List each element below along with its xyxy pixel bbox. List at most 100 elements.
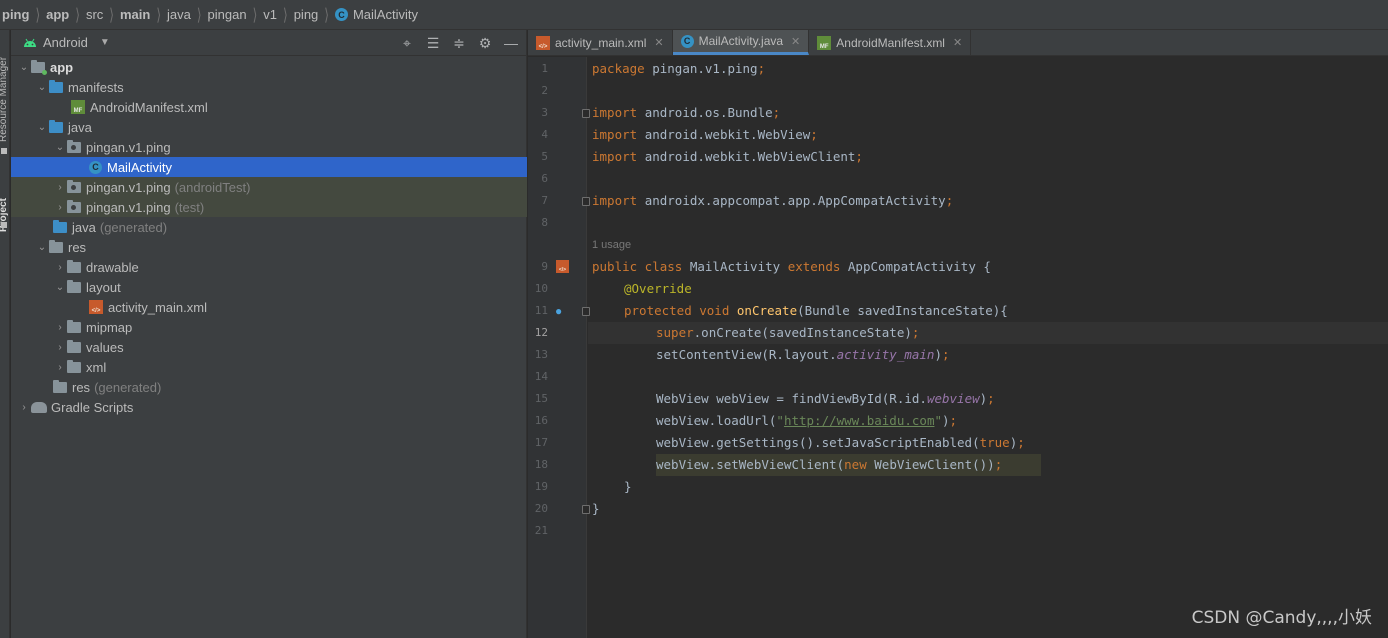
breadcrumb-separator: ⟩ bbox=[156, 4, 161, 25]
tree-item-suffix: (test) bbox=[174, 199, 205, 215]
chevron-right-icon[interactable]: › bbox=[53, 342, 67, 353]
package-icon bbox=[67, 179, 81, 193]
gear-icon[interactable]: ⚙ bbox=[476, 34, 494, 52]
tree-item-label: app bbox=[50, 59, 74, 75]
editor-gutter[interactable]: 1 2 3 4 5 6 7 8 9 10 11 12 13 14 15 16 1… bbox=[528, 57, 590, 638]
tree-item-activity-main-xml[interactable]: </> activity_main.xml bbox=[11, 297, 527, 317]
breadcrumb-separator: ⟩ bbox=[283, 4, 288, 25]
breadcrumb-src[interactable]: src bbox=[86, 7, 103, 22]
tree-item-label: AndroidManifest.xml bbox=[90, 99, 208, 115]
breadcrumb-pingan[interactable]: pingan bbox=[208, 7, 247, 22]
tree-item-label: xml bbox=[86, 359, 107, 375]
close-icon[interactable]: ✕ bbox=[654, 36, 663, 49]
line-number: 10 bbox=[534, 282, 548, 295]
tree-item-package-test[interactable]: › pingan.v1.ping (test) bbox=[11, 197, 527, 217]
tree-item-manifests[interactable]: ⌄ manifests bbox=[11, 77, 527, 97]
tree-item-xml[interactable]: › xml bbox=[11, 357, 527, 377]
folder-icon bbox=[67, 319, 81, 333]
chevron-down-icon[interactable]: ⌄ bbox=[35, 242, 49, 253]
breadcrumb-separator: ⟩ bbox=[35, 4, 41, 25]
expand-all-icon[interactable]: ☰ bbox=[424, 34, 442, 52]
line-number: 11 bbox=[534, 304, 548, 317]
close-icon[interactable]: ✕ bbox=[791, 35, 800, 48]
override-marker-icon[interactable]: ● bbox=[555, 304, 562, 318]
folder-icon bbox=[67, 259, 81, 273]
class-icon: C bbox=[680, 34, 694, 48]
code-line-5: import android.webkit.WebViewClient; bbox=[592, 149, 863, 164]
locate-file-icon[interactable]: ⌖ bbox=[398, 34, 416, 52]
package-icon bbox=[67, 199, 81, 213]
tool-window-stripe: Resource Manager Project bbox=[0, 30, 10, 638]
tree-item-label: res bbox=[68, 239, 87, 255]
tab-label: MailActivity.java bbox=[698, 34, 784, 48]
module-folder-icon bbox=[31, 59, 47, 75]
chevron-right-icon[interactable]: › bbox=[53, 362, 67, 373]
tree-item-label: mipmap bbox=[86, 319, 133, 335]
line-number: 5 bbox=[541, 150, 548, 163]
tree-item-gradle-scripts[interactable]: › Gradle Scripts bbox=[11, 397, 527, 417]
breadcrumb-ping[interactable]: ping bbox=[2, 7, 29, 22]
tree-item-mipmap[interactable]: › mipmap bbox=[11, 317, 527, 337]
tree-item-androidmanifest[interactable]: MF AndroidManifest.xml bbox=[11, 97, 527, 117]
code-area[interactable]: package pingan.v1.ping; import android.o… bbox=[588, 57, 1388, 638]
gradle-icon bbox=[31, 401, 47, 413]
breadcrumb-java[interactable]: java bbox=[167, 7, 191, 22]
tree-item-res[interactable]: ⌄ res bbox=[11, 237, 527, 257]
manifest-file-icon: MF bbox=[71, 100, 85, 114]
tree-item-drawable[interactable]: › drawable bbox=[11, 257, 527, 277]
usage-hint[interactable]: 1 usage bbox=[592, 234, 631, 256]
tree-item-suffix: (generated) bbox=[99, 219, 168, 235]
tree-item-app[interactable]: ⌄ app bbox=[11, 57, 527, 77]
tab-androidmanifest-xml[interactable]: MF AndroidManifest.xml ✕ bbox=[809, 30, 972, 55]
resource-manager-tool-button[interactable]: Resource Manager bbox=[0, 32, 9, 142]
layout-file-icon: </> bbox=[89, 300, 103, 314]
tab-label: activity_main.xml bbox=[555, 35, 647, 50]
chevron-right-icon[interactable]: › bbox=[53, 262, 67, 273]
project-view-selector[interactable]: Android bbox=[43, 35, 88, 50]
folder-icon bbox=[67, 359, 81, 373]
tree-item-res-generated[interactable]: res (generated) bbox=[11, 377, 527, 397]
breadcrumb-main[interactable]: main bbox=[120, 7, 150, 22]
package-icon bbox=[67, 139, 81, 153]
chevron-right-icon[interactable]: › bbox=[53, 202, 67, 213]
tree-item-package-androidtest[interactable]: › pingan.v1.ping (androidTest) bbox=[11, 177, 527, 197]
line-number: 20 bbox=[534, 502, 548, 515]
line-number: 9 bbox=[541, 260, 548, 273]
project-panel: Android ▼ ⌖ ☰ ≑ ⚙ — ⌄ app ⌄ manifests MF… bbox=[11, 30, 527, 638]
breadcrumb-app[interactable]: app bbox=[46, 7, 69, 22]
folder-icon bbox=[49, 119, 63, 133]
tab-mailactivity-java[interactable]: C MailActivity.java ✕ bbox=[672, 30, 810, 55]
minimize-icon[interactable]: — bbox=[502, 34, 520, 52]
project-icon bbox=[1, 222, 7, 228]
close-icon[interactable]: ✕ bbox=[953, 36, 962, 49]
chevron-right-icon[interactable]: › bbox=[53, 182, 67, 193]
tab-activity-main-xml[interactable]: </> activity_main.xml ✕ bbox=[528, 30, 673, 55]
chevron-down-icon[interactable]: ⌄ bbox=[17, 62, 31, 73]
code-line-18: webView.setWebViewClient(new WebViewClie… bbox=[656, 457, 1003, 472]
tree-item-mailactivity[interactable]: C MailActivity bbox=[11, 157, 527, 177]
line-number: 16 bbox=[534, 414, 548, 427]
chevron-down-icon[interactable]: ⌄ bbox=[35, 122, 49, 133]
layout-file-icon[interactable]: </> bbox=[556, 260, 574, 273]
chevron-down-icon[interactable]: ⌄ bbox=[35, 82, 49, 93]
code-line-1: package pingan.v1.ping; bbox=[592, 61, 766, 76]
tree-item-java-generated[interactable]: java (generated) bbox=[11, 217, 527, 237]
tree-item-package-main[interactable]: ⌄ pingan.v1.ping bbox=[11, 137, 527, 157]
chevron-right-icon[interactable]: › bbox=[53, 322, 67, 333]
chevron-down-icon[interactable]: ▼ bbox=[100, 37, 110, 48]
android-icon bbox=[24, 38, 36, 47]
breadcrumb-mailactivity[interactable]: C MailActivity bbox=[334, 7, 418, 22]
tree-item-values[interactable]: › values bbox=[11, 337, 527, 357]
code-line-16: webView.loadUrl("http://www.baidu.com"); bbox=[656, 413, 958, 428]
breadcrumb-ping-pkg[interactable]: ping bbox=[294, 7, 319, 22]
breadcrumb-v1[interactable]: v1 bbox=[263, 7, 277, 22]
chevron-down-icon[interactable]: ⌄ bbox=[53, 282, 67, 293]
tree-item-layout[interactable]: ⌄ layout bbox=[11, 277, 527, 297]
layout-file-icon: </> bbox=[536, 35, 550, 50]
tree-item-label: activity_main.xml bbox=[108, 299, 207, 315]
code-line-10: @Override bbox=[624, 281, 692, 296]
collapse-all-icon[interactable]: ≑ bbox=[450, 34, 468, 52]
chevron-right-icon[interactable]: › bbox=[17, 402, 31, 413]
tree-item-java[interactable]: ⌄ java bbox=[11, 117, 527, 137]
chevron-down-icon[interactable]: ⌄ bbox=[53, 142, 67, 153]
